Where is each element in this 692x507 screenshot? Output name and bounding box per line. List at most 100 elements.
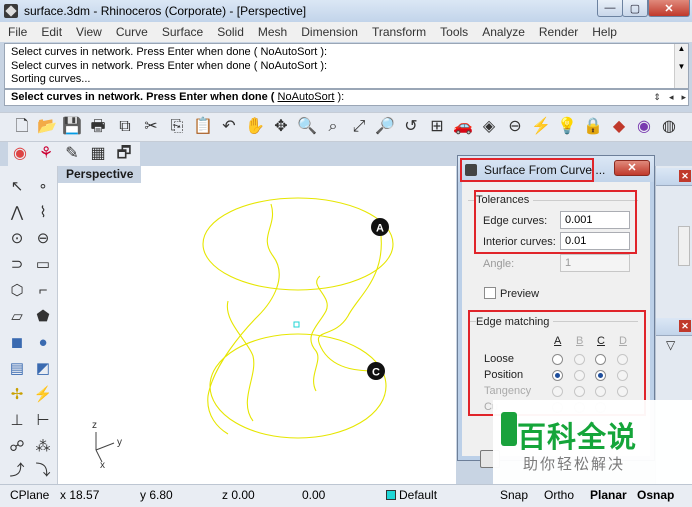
curve-icon[interactable]: ⌇	[32, 202, 54, 224]
copy-icon[interactable]: ⎘	[167, 117, 187, 137]
mesh-icon[interactable]: ▤	[6, 358, 28, 380]
lock-icon[interactable]: 🔒	[583, 117, 603, 137]
snap-toggle[interactable]: Snap	[500, 488, 528, 502]
window-titlebar: surface.3dm - Rhinoceros (Corporate) - […	[0, 0, 692, 22]
print-icon[interactable]: 🖶	[88, 117, 108, 137]
minimize-button[interactable]: —	[597, 0, 623, 17]
loft-icon[interactable]: ⬟	[32, 306, 54, 328]
osnap-icon[interactable]: ⊖	[505, 117, 525, 137]
command-prompt[interactable]: Select curves in network. Press Enter wh…	[4, 89, 689, 106]
four-viewports-icon[interactable]: ⊞	[427, 117, 447, 137]
car-shade-icon[interactable]: 🚗	[453, 117, 473, 137]
menu-view[interactable]: View	[76, 25, 102, 39]
save-icon[interactable]: 💾	[62, 117, 82, 137]
menu-render[interactable]: Render	[539, 25, 578, 39]
new-file-icon[interactable]: 🗋	[12, 117, 32, 137]
point-tool-icon[interactable]: ∘	[32, 176, 54, 198]
blend-icon[interactable]: ⤵	[32, 460, 54, 482]
undo-icon[interactable]: ↶	[219, 117, 239, 137]
grid-icon[interactable]: ▦	[88, 144, 108, 164]
menu-analyze[interactable]: Analyze	[482, 25, 525, 39]
close-icon[interactable]: ✕	[679, 170, 691, 182]
open-folder-icon[interactable]: 📂	[37, 117, 57, 137]
rectangle-icon[interactable]: ▭	[32, 254, 54, 276]
zoom-selected-icon[interactable]: 🔎	[375, 117, 395, 137]
boolean-icon[interactable]: ◩	[32, 358, 54, 380]
filter-icon[interactable]: ▽	[666, 338, 675, 352]
ungroup-icon[interactable]: ⁂	[32, 436, 54, 458]
angle-input[interactable]	[560, 254, 630, 272]
paste-icon[interactable]: 📋	[193, 117, 213, 137]
surface-points-icon[interactable]: ▱	[6, 306, 28, 328]
fillet-icon[interactable]: ⌐	[32, 280, 54, 302]
group-icon[interactable]: ☍	[6, 436, 28, 458]
maximize-button[interactable]: ▢	[622, 0, 648, 17]
planar-toggle[interactable]: Planar	[590, 488, 627, 502]
prompt-option-noautosort[interactable]: NoAutoSort	[278, 91, 335, 103]
menu-dimension[interactable]: Dimension	[301, 25, 358, 39]
flash-icon[interactable]: ✎	[62, 144, 82, 164]
template-icon[interactable]: ⧉	[115, 117, 135, 137]
menu-tools[interactable]: Tools	[440, 25, 468, 39]
spin-icon[interactable]: ⇕	[653, 92, 661, 103]
viewport-title[interactable]: Perspective	[58, 166, 142, 183]
history-scrollbar[interactable]: ▲ ▼	[674, 44, 688, 88]
align-icon[interactable]: ⊢	[32, 410, 54, 432]
box-icon[interactable]: ◼	[6, 332, 28, 354]
polygon-icon[interactable]: ⬡	[6, 280, 28, 302]
ellipse-icon[interactable]: ⊖	[32, 228, 54, 250]
zoom-window-icon[interactable]: ⌕	[323, 117, 343, 137]
menu-edit[interactable]: Edit	[41, 25, 62, 39]
dialog-titlebar[interactable]: Surface From Curve ... ✕	[458, 156, 654, 182]
color-wheel-icon[interactable]: ◉	[634, 117, 654, 137]
menu-help[interactable]: Help	[592, 25, 617, 39]
point-icon[interactable]: ⚡	[531, 117, 551, 137]
menu-file[interactable]: File	[8, 25, 27, 39]
render-color-icon[interactable]: ◉	[10, 144, 30, 164]
close-window-button[interactable]: ✕	[648, 0, 690, 17]
cplane-label[interactable]: CPlane	[10, 488, 49, 502]
osnap-toggle[interactable]: Osnap	[637, 488, 674, 502]
light-icon[interactable]: 💡	[557, 117, 577, 137]
render-preview-icon[interactable]: ◈	[479, 117, 499, 137]
arc-icon[interactable]: ⊃	[6, 254, 28, 276]
select-arrow-icon[interactable]: ↖	[6, 176, 28, 198]
preview-label: Preview	[500, 288, 540, 300]
current-layer[interactable]: Default	[399, 488, 437, 502]
close-icon[interactable]: ✕	[679, 320, 691, 332]
menu-surface[interactable]: Surface	[162, 25, 203, 39]
cut-icon[interactable]: ✂	[141, 117, 161, 137]
preview-checkbox[interactable]	[484, 287, 496, 299]
undo-view-icon[interactable]: ↺	[401, 117, 421, 137]
menu-mesh[interactable]: Mesh	[258, 25, 287, 39]
zoom-extents-icon[interactable]: ⤢	[349, 117, 369, 137]
layer-color-swatch[interactable]	[386, 490, 396, 500]
zoom-icon[interactable]: 🔍	[297, 117, 317, 137]
dialog-close-button[interactable]: ✕	[614, 160, 650, 176]
menu-curve[interactable]: Curve	[116, 25, 148, 39]
perspective-viewport[interactable]: A C z y x Perspective	[58, 166, 456, 484]
panel-header-top[interactable]: ✕	[656, 168, 692, 186]
render-object-icon[interactable]: ⚘	[36, 144, 56, 164]
menu-solid[interactable]: Solid	[217, 25, 244, 39]
transform-icon[interactable]: ✢	[6, 384, 28, 406]
circle-icon[interactable]: ⊙	[6, 228, 28, 250]
curve-tool-icon[interactable]: ⤴	[6, 460, 28, 482]
rotate-view-icon[interactable]: ✥	[271, 117, 291, 137]
sphere-icon[interactable]: ◍	[659, 117, 679, 137]
watermark-subtitle: 助你轻松解决	[523, 455, 626, 473]
pan-hand-icon[interactable]: ✋	[245, 117, 265, 137]
material-icon[interactable]: ◆	[609, 117, 629, 137]
scroll-right-icon[interactable]: ▸	[681, 92, 686, 103]
polyline-icon[interactable]: ⋀	[6, 202, 28, 224]
sphere-tool-icon[interactable]: ●	[32, 332, 54, 354]
panel-scrollbar[interactable]	[678, 226, 690, 266]
split-icon[interactable]: ⚡	[32, 384, 54, 406]
scroll-left-icon[interactable]: ◂	[669, 92, 674, 103]
menu-transform[interactable]: Transform	[372, 25, 426, 39]
dimension-icon[interactable]: ⊥	[6, 410, 28, 432]
panel-header-bottom[interactable]: ✕	[656, 318, 692, 336]
command-history[interactable]: Select curves in network. Press Enter wh…	[4, 43, 689, 89]
ortho-toggle[interactable]: Ortho	[544, 488, 574, 502]
page-icon[interactable]: 🗗	[114, 144, 134, 164]
